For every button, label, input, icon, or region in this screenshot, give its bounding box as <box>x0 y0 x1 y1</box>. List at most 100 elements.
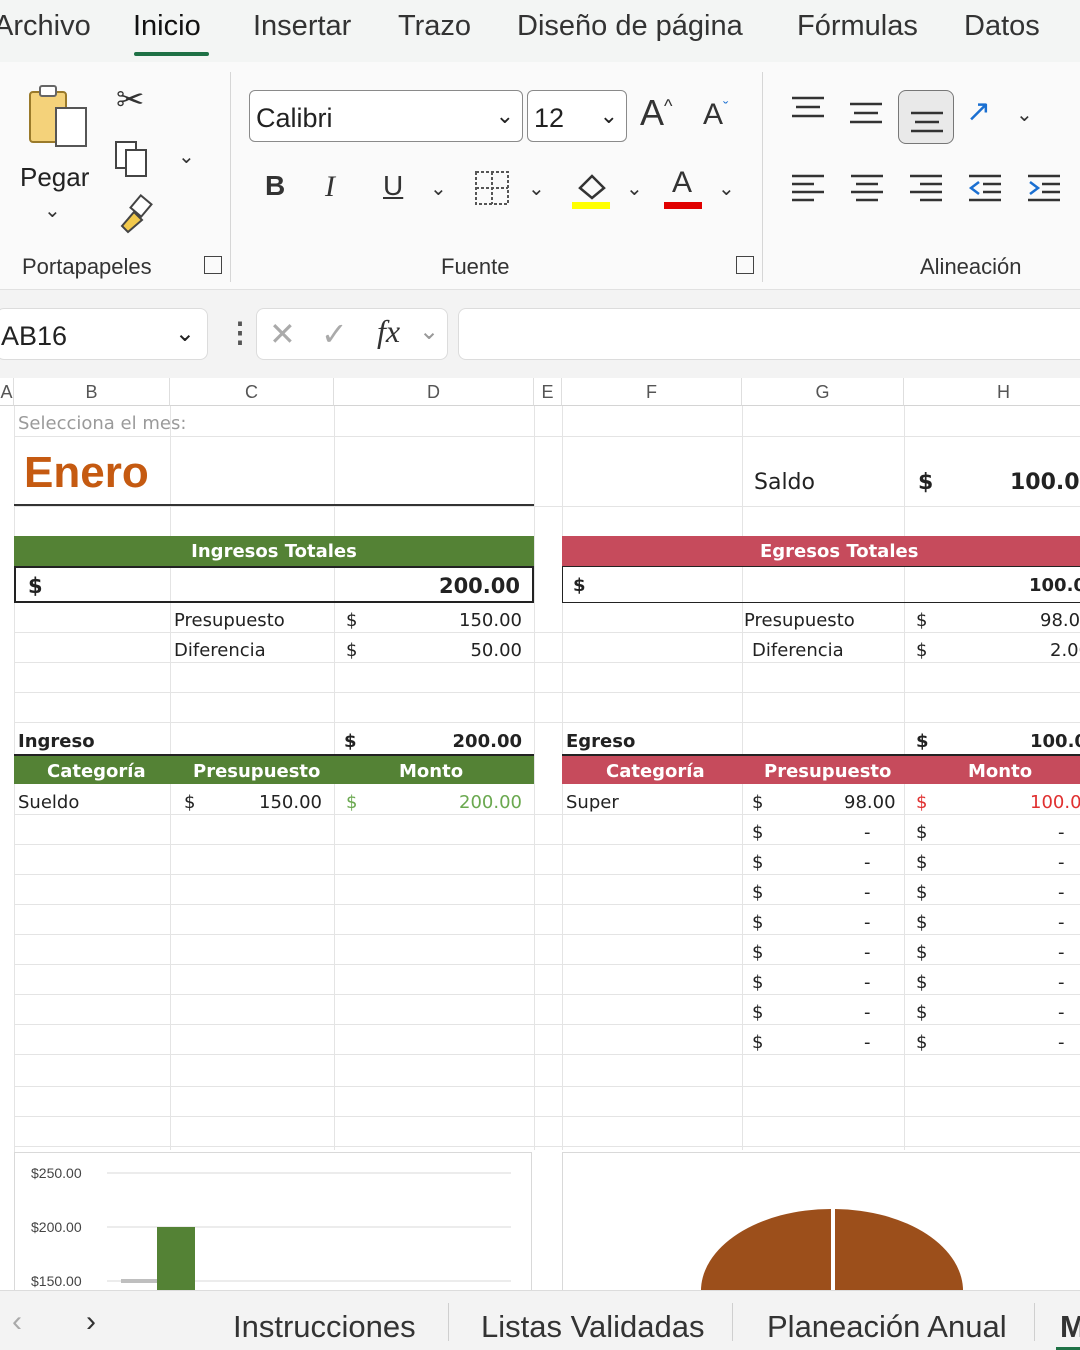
tab-inicio[interactable]: Inicio <box>133 10 201 43</box>
egresos-diferencia-currency: $ <box>916 640 928 661</box>
row-monto: - <box>1058 1032 1065 1053</box>
chevron-left-icon[interactable]: ‹ <box>12 1305 22 1339</box>
month-selector[interactable]: Enero <box>24 448 149 498</box>
column-header-c[interactable]: C <box>170 378 334 406</box>
ingresos-totales-header: Ingresos Totales <box>14 536 534 566</box>
align-right-icon[interactable] <box>908 172 944 206</box>
align-center-icon[interactable] <box>849 172 885 206</box>
chevron-down-icon: ⌄ <box>495 103 514 128</box>
col-categoria: Categoría <box>47 761 146 782</box>
fill-color-dropdown-chevron-icon[interactable]: ⌄ <box>626 176 643 201</box>
bar-monto[interactable] <box>157 1227 195 1293</box>
font-size-value: 12 <box>534 103 565 133</box>
col-monto: Monto <box>399 761 464 782</box>
increase-font-size-icon[interactable]: A^ <box>640 92 672 134</box>
name-box-value: AB16 <box>1 321 68 351</box>
paste-dropdown-chevron-icon[interactable]: ⌄ <box>44 198 61 223</box>
column-header-b[interactable]: B <box>14 378 170 406</box>
tab-insertar[interactable]: Insertar <box>253 10 351 43</box>
borders-dropdown-chevron-icon[interactable]: ⌄ <box>528 176 545 201</box>
tab-formulas[interactable]: Fórmulas <box>797 10 918 43</box>
ribbon: Pegar ⌄ ✂ ⌄ Portapapeles Calibri ⌄ 12 ⌄ … <box>0 62 1080 290</box>
row-presupuesto-currency: $ <box>752 882 764 903</box>
chevron-down-icon[interactable]: ⌄ <box>419 317 439 346</box>
chevron-right-icon[interactable]: › <box>86 1305 96 1339</box>
row-presupuesto: - <box>864 822 871 843</box>
egresos-pie-chart[interactable] <box>562 1152 1080 1293</box>
tab-trazo[interactable]: Trazo <box>398 10 471 43</box>
decrease-indent-icon[interactable] <box>967 172 1003 206</box>
more-options-icon[interactable]: ⋮ <box>226 316 254 349</box>
tab-diseno-pagina[interactable]: Diseño de página <box>517 10 743 43</box>
underline-button[interactable]: U <box>383 170 403 202</box>
column-header-e[interactable]: E <box>534 378 562 406</box>
egresos-total-cell[interactable]: $ 100.00 <box>562 566 1080 603</box>
insert-function-button[interactable]: fx <box>377 313 400 350</box>
egresos-presupuesto-label: Presupuesto <box>744 610 855 631</box>
italic-button[interactable]: I <box>325 170 335 204</box>
row-monto-currency: $ <box>916 822 928 843</box>
sheet-tab-active[interactable]: M <box>1060 1309 1080 1345</box>
bar-presupuesto[interactable] <box>121 1279 159 1283</box>
row-monto: - <box>1058 852 1065 873</box>
format-painter-icon[interactable] <box>114 193 154 234</box>
row-monto-currency: $ <box>916 852 928 873</box>
underline-dropdown-chevron-icon[interactable]: ⌄ <box>430 176 447 201</box>
row-monto-currency: $ <box>916 942 928 963</box>
paste-button[interactable]: Pegar <box>20 162 89 193</box>
row-monto-currency: $ <box>916 1032 928 1053</box>
ingresos-total-currency: $ <box>28 574 43 598</box>
ingresos-total-cell[interactable]: $ 200.00 <box>14 566 534 603</box>
column-header-f[interactable]: F <box>562 378 742 406</box>
align-middle-icon[interactable] <box>848 100 884 130</box>
font-family-select[interactable]: Calibri ⌄ <box>249 90 523 142</box>
egreso-section-label: Egreso <box>566 731 636 752</box>
column-header-g[interactable]: G <box>742 378 904 406</box>
fill-color-icon[interactable] <box>572 168 612 210</box>
decrease-font-size-icon[interactable]: Aˇ <box>703 98 728 132</box>
tab-datos[interactable]: Datos <box>964 10 1040 43</box>
ingresos-bar-chart[interactable]: $250.00 $200.00 $150.00 <box>14 1152 532 1293</box>
align-left-icon[interactable] <box>790 172 826 206</box>
copy-dropdown-chevron-icon[interactable]: ⌄ <box>178 144 195 169</box>
month-prompt: Selecciona el mes: <box>18 413 187 434</box>
bold-button[interactable]: B <box>265 170 285 202</box>
borders-icon[interactable] <box>474 170 510 206</box>
tab-archivo[interactable]: Archivo <box>0 10 91 43</box>
sheet-tab-listas-validadas[interactable]: Listas Validadas <box>481 1309 704 1345</box>
font-color-dropdown-chevron-icon[interactable]: ⌄ <box>718 176 735 201</box>
col-categoria: Categoría <box>606 761 705 782</box>
row-presupuesto-currency: $ <box>752 972 764 993</box>
increase-indent-icon[interactable] <box>1026 172 1062 206</box>
copy-icon[interactable] <box>112 138 152 178</box>
column-header-h[interactable]: H <box>904 378 1080 406</box>
font-color-icon[interactable]: A <box>664 166 704 210</box>
align-bottom-icon[interactable] <box>898 90 954 144</box>
orientation-dropdown-chevron-icon[interactable]: ⌄ <box>1016 102 1033 127</box>
row-presupuesto-currency: $ <box>752 942 764 963</box>
clipboard-launcher-icon[interactable] <box>204 256 222 274</box>
align-top-icon[interactable] <box>790 94 826 124</box>
row-monto-currency: $ <box>916 882 928 903</box>
row-presupuesto-currency: $ <box>184 792 196 813</box>
formula-input[interactable] <box>458 308 1080 360</box>
column-header-a[interactable]: A <box>0 378 14 406</box>
cut-icon[interactable]: ✂ <box>116 80 145 120</box>
cancel-icon[interactable]: ✕ <box>269 315 296 353</box>
paste-icon[interactable] <box>26 82 90 152</box>
ingresos-diferencia-value: 50.00 <box>470 640 522 661</box>
font-size-select[interactable]: 12 ⌄ <box>527 90 627 142</box>
sheet-tab-instrucciones[interactable]: Instrucciones <box>233 1309 416 1345</box>
bar-chart-svg: $250.00 $200.00 $150.00 <box>31 1165 511 1293</box>
group-divider <box>762 72 763 282</box>
egresos-table-header: Categoría Presupuesto Monto <box>562 754 1080 784</box>
name-box[interactable]: AB16 ⌄ <box>0 308 208 360</box>
row-presupuesto: 98.00 <box>844 792 896 813</box>
group-divider <box>230 72 231 282</box>
text-orientation-icon[interactable]: ↗ <box>966 94 991 129</box>
enter-icon[interactable]: ✓ <box>321 315 348 353</box>
font-launcher-icon[interactable] <box>736 256 754 274</box>
column-header-d[interactable]: D <box>334 378 534 406</box>
sheet-tab-planeacion-anual[interactable]: Planeación Anual <box>767 1309 1007 1345</box>
y-tick-label: $250.00 <box>31 1165 82 1181</box>
